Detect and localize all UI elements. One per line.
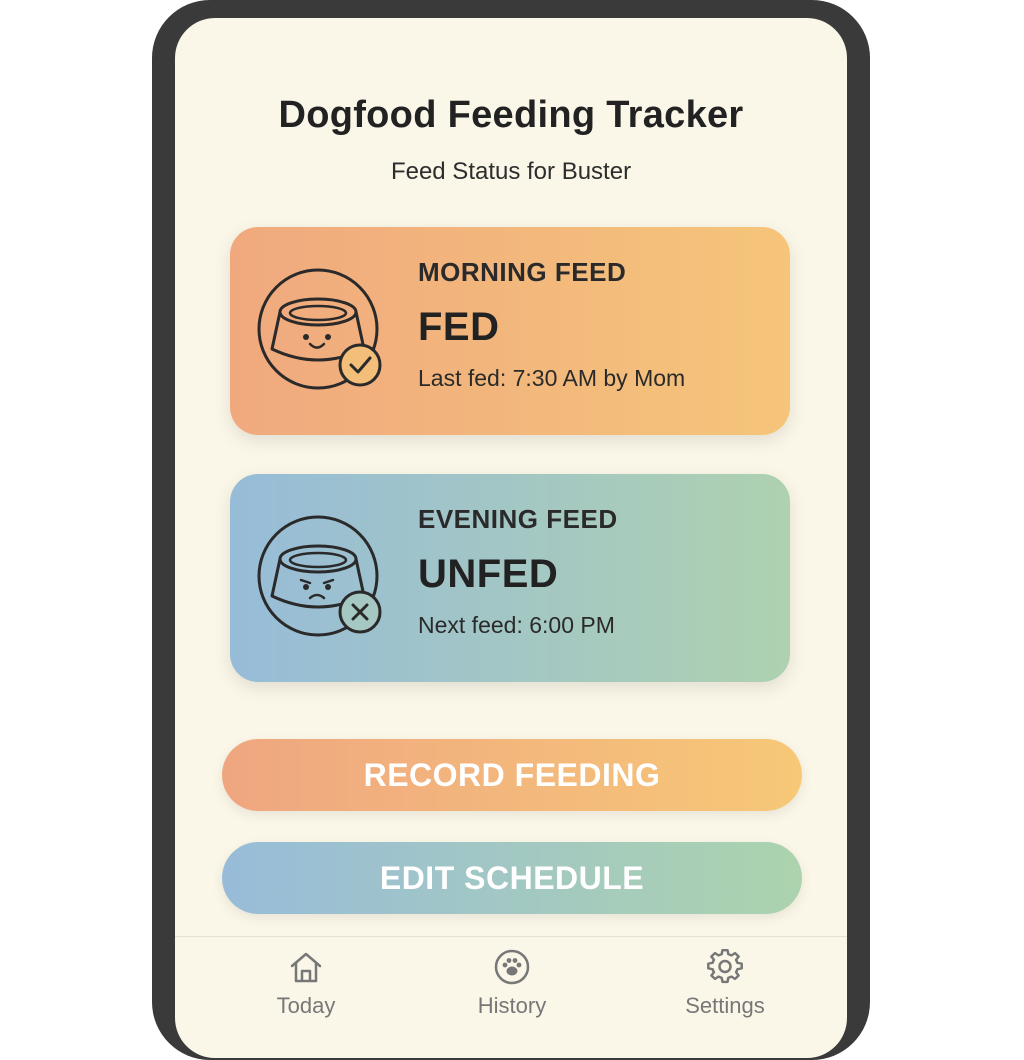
- happy-bowl-check-icon: [257, 268, 382, 390]
- edit-schedule-button[interactable]: EDIT SCHEDULE: [222, 842, 802, 914]
- evening-feed-detail: Next feed: 6:00 PM: [418, 612, 615, 638]
- page-subtitle: Feed Status for Buster: [390, 158, 632, 185]
- morning-feed-label: MORNING FEED: [418, 257, 627, 287]
- tab-history-label: History: [477, 993, 547, 1018]
- tab-settings-label: Settings: [685, 993, 765, 1018]
- tab-history[interactable]: History: [442, 949, 582, 1019]
- app-screen: Dogfood Feeding Tracker Feed Status for …: [175, 18, 847, 1058]
- morning-feed-status: FED: [418, 305, 500, 349]
- home-icon: [290, 952, 322, 983]
- morning-feed-detail: Last fed: 7:30 AM by Mom: [418, 365, 686, 391]
- tab-settings[interactable]: Settings: [655, 949, 795, 1019]
- tab-today-label: Today: [276, 993, 336, 1018]
- sad-bowl-x-icon: [257, 515, 382, 637]
- record-feeding-button[interactable]: RECORD FEEDING: [222, 739, 802, 811]
- bottom-tab-bar: Today History Settings: [175, 936, 847, 1058]
- tab-today[interactable]: Today: [236, 949, 376, 1019]
- evening-feed-label: EVENING FEED: [418, 504, 618, 534]
- gear-icon: [707, 949, 743, 984]
- paw-icon: [494, 949, 530, 985]
- morning-feed-card[interactable]: MORNING FEED FED Last fed: 7:30 AM by Mo…: [230, 227, 790, 435]
- evening-feed-status: UNFED: [418, 552, 559, 596]
- evening-feed-card[interactable]: EVENING FEED UNFED Next feed: 6:00 PM: [230, 474, 790, 682]
- page-title: Dogfood Feeding Tracker: [278, 94, 744, 136]
